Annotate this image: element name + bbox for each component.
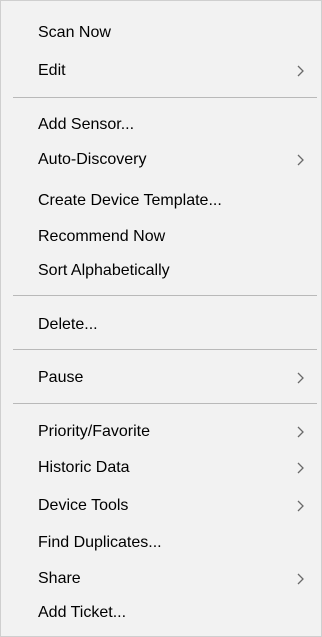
chevron-right-icon bbox=[297, 372, 304, 384]
menu-separator bbox=[13, 295, 317, 296]
menu-item-label: Find Duplicates... bbox=[38, 534, 162, 551]
menu-item-label: Edit bbox=[38, 62, 66, 79]
menu-item-label: Share bbox=[38, 570, 81, 587]
chevron-right-icon bbox=[297, 462, 304, 474]
menu-item-find-duplicates[interactable]: Find Duplicates... bbox=[1, 525, 321, 561]
menu-item-add-ticket[interactable]: Add Ticket... bbox=[1, 595, 321, 631]
menu-separator bbox=[13, 349, 317, 350]
context-menu: Scan Now Edit Add Sensor... Auto-Discove… bbox=[0, 0, 322, 637]
menu-item-label: Historic Data bbox=[38, 459, 130, 476]
menu-item-sort-alphabetically[interactable]: Sort Alphabetically bbox=[1, 253, 321, 289]
menu-separator bbox=[13, 403, 317, 404]
menu-item-add-sensor[interactable]: Add Sensor... bbox=[1, 107, 321, 143]
menu-item-share[interactable]: Share bbox=[1, 561, 321, 597]
menu-item-label: Delete... bbox=[38, 316, 98, 333]
menu-item-pause[interactable]: Pause bbox=[1, 360, 321, 396]
chevron-right-icon bbox=[297, 65, 304, 77]
menu-item-label: Device Tools bbox=[38, 497, 129, 514]
menu-item-label: Create Device Template... bbox=[38, 192, 222, 209]
chevron-right-icon bbox=[297, 500, 304, 512]
chevron-right-icon bbox=[297, 154, 304, 166]
menu-item-label: Auto-Discovery bbox=[38, 151, 147, 168]
menu-item-delete[interactable]: Delete... bbox=[1, 307, 321, 343]
menu-item-label: Priority/Favorite bbox=[38, 423, 151, 440]
menu-item-label: Add Sensor... bbox=[38, 116, 135, 133]
menu-item-auto-discovery[interactable]: Auto-Discovery bbox=[1, 142, 321, 178]
menu-item-priority-favorite[interactable]: Priority/Favorite bbox=[1, 414, 321, 450]
menu-item-device-tools[interactable]: Device Tools bbox=[1, 488, 321, 524]
menu-item-edit[interactable]: Edit bbox=[1, 53, 321, 89]
menu-item-label: Recommend Now bbox=[38, 228, 166, 245]
menu-item-label: Scan Now bbox=[38, 24, 111, 41]
menu-item-label: Pause bbox=[38, 369, 84, 386]
menu-item-label: Sort Alphabetically bbox=[38, 262, 170, 279]
chevron-right-icon bbox=[297, 426, 304, 438]
menu-separator bbox=[13, 97, 317, 98]
menu-item-recommend-now[interactable]: Recommend Now bbox=[1, 219, 321, 255]
menu-item-create-device-template[interactable]: Create Device Template... bbox=[1, 183, 321, 219]
menu-item-scan-now[interactable]: Scan Now bbox=[1, 15, 321, 51]
menu-item-historic-data[interactable]: Historic Data bbox=[1, 450, 321, 486]
menu-item-label: Add Ticket... bbox=[38, 604, 127, 621]
chevron-right-icon bbox=[297, 573, 304, 585]
